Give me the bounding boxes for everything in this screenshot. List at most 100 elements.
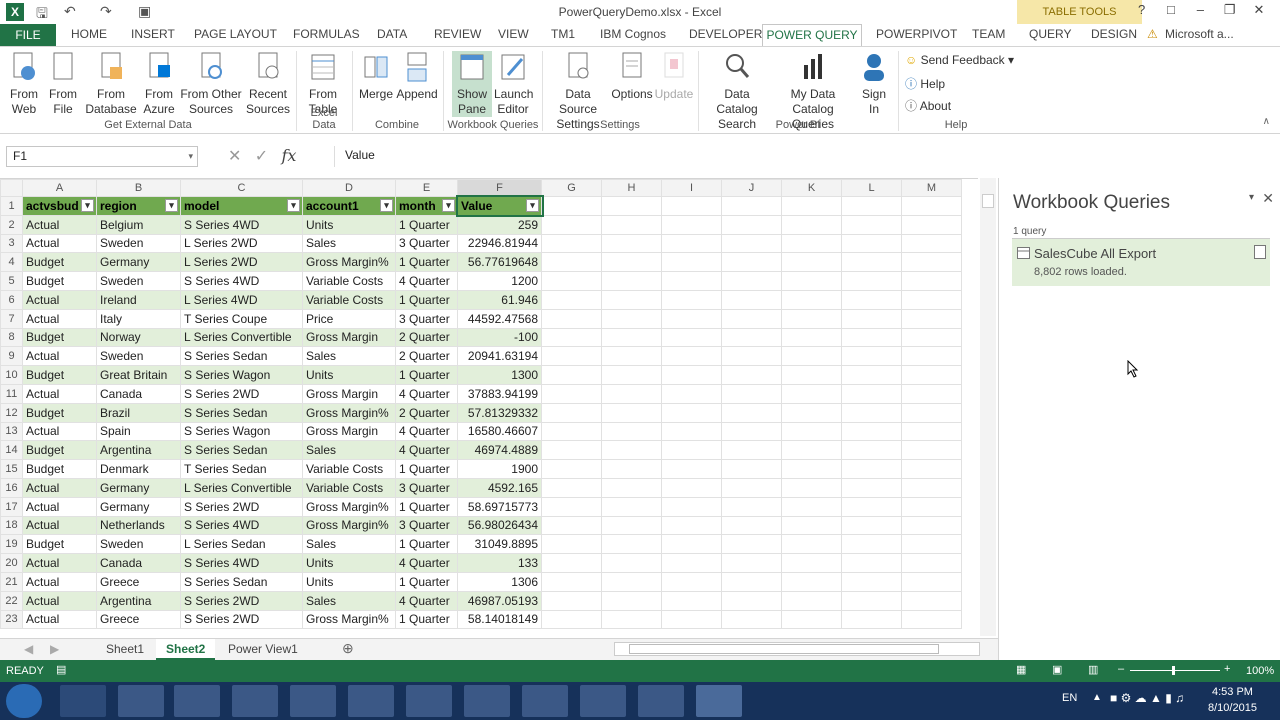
empty-cell[interactable] bbox=[781, 271, 842, 291]
empty-cell[interactable] bbox=[721, 534, 782, 555]
empty-cell[interactable] bbox=[661, 327, 722, 348]
table-cell[interactable]: Actual bbox=[22, 590, 97, 611]
table-cell[interactable]: 37883.94199 bbox=[457, 383, 542, 404]
table-cell[interactable]: 4 Quarter bbox=[395, 383, 458, 404]
empty-cell[interactable] bbox=[901, 515, 962, 536]
table-cell[interactable]: Actual bbox=[22, 289, 97, 310]
empty-cell[interactable] bbox=[781, 590, 842, 611]
table-cell[interactable]: L Series Convertible bbox=[180, 477, 303, 498]
table-cell[interactable]: Units bbox=[302, 553, 396, 573]
empty-cell[interactable] bbox=[781, 196, 842, 216]
empty-cell[interactable] bbox=[841, 477, 902, 498]
row-header[interactable]: 21 bbox=[0, 571, 23, 592]
tab-tm1[interactable]: TM1 bbox=[551, 27, 575, 41]
empty-cell[interactable] bbox=[721, 365, 782, 385]
column-header-b[interactable]: B bbox=[96, 179, 181, 197]
table-cell[interactable]: Budget bbox=[22, 534, 97, 555]
empty-cell[interactable] bbox=[901, 308, 962, 329]
empty-cell[interactable] bbox=[901, 383, 962, 404]
empty-cell[interactable] bbox=[721, 383, 782, 404]
table-cell[interactable]: 3 Quarter bbox=[395, 477, 458, 498]
empty-cell[interactable] bbox=[661, 346, 722, 367]
table-cell[interactable]: 3 Quarter bbox=[395, 515, 458, 536]
empty-cell[interactable] bbox=[541, 421, 602, 442]
empty-cell[interactable] bbox=[541, 383, 602, 404]
table-cell[interactable]: 2 Quarter bbox=[395, 346, 458, 367]
empty-cell[interactable] bbox=[541, 308, 602, 329]
empty-cell[interactable] bbox=[721, 289, 782, 310]
empty-cell[interactable] bbox=[781, 534, 842, 555]
empty-cell[interactable] bbox=[841, 271, 902, 291]
table-cell[interactable]: T Series Coupe bbox=[180, 308, 303, 329]
send-feedback-button[interactable]: ☺ Send Feedback ▾ bbox=[905, 53, 1014, 67]
table-cell[interactable]: 56.77619648 bbox=[457, 252, 542, 273]
empty-cell[interactable] bbox=[781, 214, 842, 235]
apps-icon[interactable] bbox=[348, 685, 394, 717]
clock-time[interactable]: 4:53 PM bbox=[1212, 686, 1253, 698]
table-cell[interactable]: Sweden bbox=[96, 271, 181, 291]
empty-cell[interactable] bbox=[841, 553, 902, 573]
table-cell[interactable]: 46974.4889 bbox=[457, 440, 542, 461]
remote-desktop-icon[interactable] bbox=[464, 685, 510, 717]
empty-cell[interactable] bbox=[661, 553, 722, 573]
from-azure-button[interactable]: From Azure bbox=[140, 51, 178, 117]
empty-cell[interactable] bbox=[901, 196, 962, 216]
empty-cell[interactable] bbox=[601, 459, 662, 479]
zoom-slider-thumb[interactable] bbox=[1172, 666, 1175, 675]
empty-cell[interactable] bbox=[901, 289, 962, 310]
empty-cell[interactable] bbox=[541, 496, 602, 517]
empty-cell[interactable] bbox=[601, 214, 662, 235]
empty-cell[interactable] bbox=[781, 308, 842, 329]
table-cell[interactable]: L Series Convertible bbox=[180, 327, 303, 348]
tab-developer[interactable]: DEVELOPER bbox=[689, 27, 762, 41]
empty-cell[interactable] bbox=[901, 477, 962, 498]
table-cell[interactable]: Actual bbox=[22, 515, 97, 536]
table-cell[interactable]: 1300 bbox=[457, 365, 542, 385]
table-cell[interactable]: S Series 4WD bbox=[180, 214, 303, 235]
table-cell[interactable]: Units bbox=[302, 571, 396, 592]
table-cell[interactable]: Denmark bbox=[96, 459, 181, 479]
recent-sources-button[interactable]: Recent Sources bbox=[244, 51, 292, 117]
empty-cell[interactable] bbox=[541, 477, 602, 498]
table-cell[interactable]: Canada bbox=[96, 383, 181, 404]
horizontal-scrollbar[interactable] bbox=[614, 642, 980, 656]
table-cell[interactable]: S Series Sedan bbox=[180, 440, 303, 461]
empty-cell[interactable] bbox=[541, 459, 602, 479]
empty-cell[interactable] bbox=[781, 609, 842, 630]
row-header[interactable]: 8 bbox=[0, 327, 23, 348]
empty-cell[interactable] bbox=[601, 327, 662, 348]
row-header[interactable]: 6 bbox=[0, 289, 23, 310]
empty-cell[interactable] bbox=[541, 553, 602, 573]
row-header[interactable]: 22 bbox=[0, 590, 23, 611]
table-cell[interactable]: 1200 bbox=[457, 271, 542, 291]
from-database-button[interactable]: From Database bbox=[84, 51, 138, 117]
table-cell[interactable]: 1306 bbox=[457, 571, 542, 592]
table-cell[interactable]: S Series Sedan bbox=[180, 402, 303, 423]
column-header-j[interactable]: J bbox=[721, 179, 782, 197]
table-cell[interactable]: 4 Quarter bbox=[395, 271, 458, 291]
empty-cell[interactable] bbox=[841, 365, 902, 385]
empty-cell[interactable] bbox=[661, 308, 722, 329]
table-cell[interactable]: Sales bbox=[302, 346, 396, 367]
empty-cell[interactable] bbox=[841, 214, 902, 235]
empty-cell[interactable] bbox=[901, 365, 962, 385]
table-cell[interactable]: S Series Wagon bbox=[180, 365, 303, 385]
close-button[interactable]: ✕ bbox=[1246, 2, 1272, 18]
table-cell[interactable]: Actual bbox=[22, 571, 97, 592]
empty-cell[interactable] bbox=[601, 515, 662, 536]
empty-cell[interactable] bbox=[601, 289, 662, 310]
zoom-level[interactable]: 100% bbox=[1246, 665, 1274, 677]
table-cell[interactable]: Sweden bbox=[96, 534, 181, 555]
table-cell[interactable]: S Series 2WD bbox=[180, 609, 303, 630]
empty-cell[interactable] bbox=[541, 252, 602, 273]
name-box[interactable]: F1 ▾ bbox=[6, 146, 198, 167]
empty-cell[interactable] bbox=[901, 402, 962, 423]
scroll-right-icon[interactable]: ▶ bbox=[50, 642, 59, 656]
table-cell[interactable]: Gross Margin bbox=[302, 327, 396, 348]
folder-icon[interactable] bbox=[638, 685, 684, 717]
empty-cell[interactable] bbox=[541, 196, 602, 216]
row-header[interactable]: 17 bbox=[0, 496, 23, 517]
table-cell[interactable]: Gross Margin% bbox=[302, 402, 396, 423]
add-sheet-icon[interactable]: ⊕ bbox=[342, 640, 354, 657]
empty-cell[interactable] bbox=[901, 553, 962, 573]
